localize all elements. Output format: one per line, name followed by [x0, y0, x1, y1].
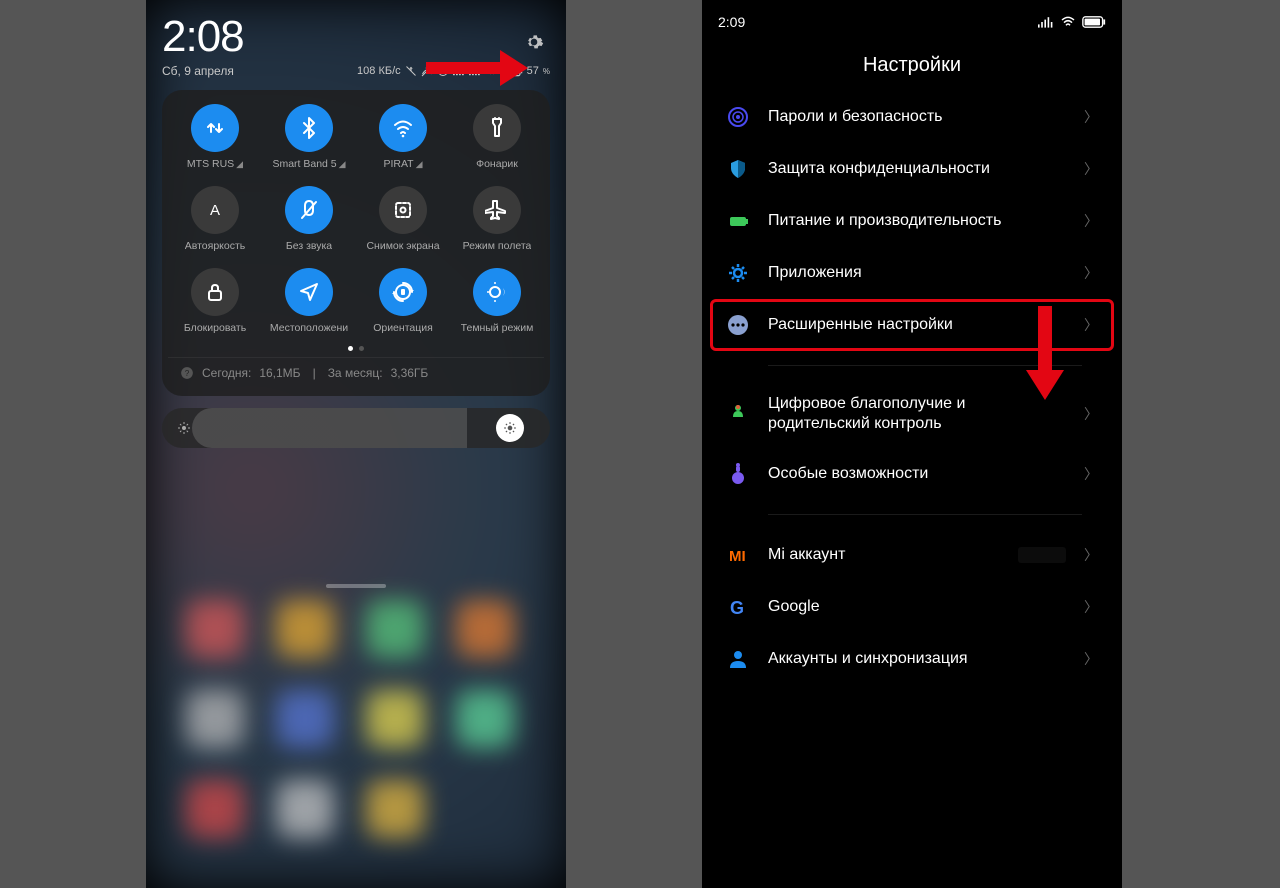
quick-settings-panel: MTS RUS◢Smart Band 5◢PIRAT◢Фонарик AАвтоя…	[162, 90, 550, 396]
battery-icon	[726, 209, 750, 233]
settings-item-privacy[interactable]: Защита конфиденциальности〉	[716, 143, 1108, 195]
airplane-icon	[473, 186, 521, 234]
phone-left-notification-shade: 2:08 Сб, 9 апреля 108 КБ/с 57% MTS RUS◢S…	[146, 0, 566, 888]
brightness-a-icon: A	[191, 186, 239, 234]
brightness-low-icon	[176, 420, 192, 436]
bluetooth-icon	[285, 104, 333, 152]
qs-tile-location[interactable]: Местоположени	[262, 268, 356, 334]
settings-item-apps-gear[interactable]: Приложения〉	[716, 247, 1108, 299]
qs-tile-airplane[interactable]: Режим полета	[450, 186, 544, 252]
mi-icon: MI	[726, 543, 750, 567]
qs-tile-mute[interactable]: Без звука	[262, 186, 356, 252]
brightness-slider[interactable]	[162, 408, 550, 448]
privacy-icon	[726, 157, 750, 181]
settings-item-battery[interactable]: Питание и производительность〉	[716, 195, 1108, 247]
qs-tile-brightness-a[interactable]: AАвтояркость	[168, 186, 262, 252]
status-bar: 2:09	[702, 0, 1122, 36]
screenshot-icon	[379, 186, 427, 234]
chevron-right-icon: 〉	[1084, 649, 1098, 669]
dots-icon	[726, 313, 750, 337]
phone-right-settings: 2:09 Настройки Пароли и безопасность〉Защ…	[702, 0, 1122, 888]
clock-time: 2:09	[718, 14, 745, 30]
mute-icon	[285, 186, 333, 234]
chevron-right-icon: 〉	[1084, 464, 1098, 484]
settings-item-google[interactable]: GGoogle〉	[716, 581, 1108, 633]
settings-item-fingerprint[interactable]: Пароли и безопасность〉	[716, 91, 1108, 143]
chevron-right-icon: 〉	[1084, 263, 1098, 283]
data-usage-row[interactable]: ? Сегодня: 16,1МБ | За месяц: 3,36ГБ	[168, 357, 544, 388]
qs-tile-dark[interactable]: Темный режим	[450, 268, 544, 334]
svg-text:A: A	[210, 202, 220, 219]
battery-icon	[1082, 15, 1106, 29]
orientation-icon	[379, 268, 427, 316]
page-title: Настройки	[702, 36, 1122, 91]
flashlight-icon	[473, 104, 521, 152]
account-icon	[726, 647, 750, 671]
chevron-right-icon: 〉	[1084, 597, 1098, 617]
chevron-right-icon: 〉	[1084, 211, 1098, 231]
drag-handle[interactable]	[326, 584, 386, 588]
wellbeing-icon	[726, 402, 750, 426]
chevron-right-icon: 〉	[1084, 404, 1098, 424]
signal-icon	[1038, 16, 1054, 28]
qs-tile-data[interactable]: MTS RUS◢	[168, 104, 262, 170]
google-icon: G	[726, 595, 750, 619]
brightness-thumb[interactable]	[496, 414, 524, 442]
qs-tile-orientation[interactable]: Ориентация	[356, 268, 450, 334]
qs-tile-bluetooth[interactable]: Smart Band 5◢	[262, 104, 356, 170]
location-icon	[285, 268, 333, 316]
data-icon	[191, 104, 239, 152]
svg-text:MI: MI	[729, 548, 746, 565]
qs-tile-screenshot[interactable]: Снимок экрана	[356, 186, 450, 252]
wifi-icon	[379, 104, 427, 152]
svg-text:?: ?	[185, 369, 190, 378]
account-badge	[1018, 547, 1066, 563]
chevron-right-icon: 〉	[1084, 107, 1098, 127]
wifi-icon	[1060, 16, 1076, 28]
settings-item-accessibility[interactable]: Особые возможности〉	[716, 448, 1108, 500]
accessibility-icon	[726, 462, 750, 486]
qs-tile-wifi[interactable]: PIRAT◢	[356, 104, 450, 170]
svg-text:G: G	[730, 598, 744, 618]
apps-gear-icon	[726, 261, 750, 285]
settings-item-account[interactable]: Аккаунты и синхронизация〉	[716, 633, 1108, 685]
qs-tile-lock[interactable]: Блокировать	[168, 268, 262, 334]
lock-icon	[191, 268, 239, 316]
date-label: Сб, 9 апреля	[162, 64, 234, 78]
settings-item-mi[interactable]: MIMi аккаунт〉	[716, 529, 1108, 581]
qs-tile-flashlight[interactable]: Фонарик	[450, 104, 544, 170]
chevron-right-icon: 〉	[1084, 159, 1098, 179]
gear-icon[interactable]	[524, 32, 544, 52]
clock-time: 2:08	[162, 12, 244, 62]
page-indicator	[168, 346, 544, 351]
chevron-right-icon: 〉	[1084, 545, 1098, 565]
dark-icon	[473, 268, 521, 316]
chevron-right-icon: 〉	[1084, 315, 1098, 335]
fingerprint-icon	[726, 105, 750, 129]
